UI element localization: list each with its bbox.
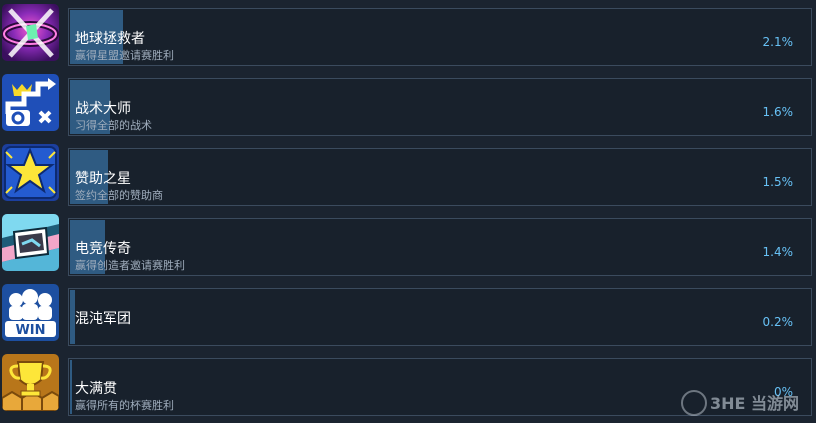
achievement-description: 习得全部的战术 (75, 119, 152, 132)
achievement-title: 混沌军团 (75, 311, 131, 327)
achievement-card: 战术大师 习得全部的战术 1.6% (68, 78, 812, 136)
unlock-percentage: 1.4% (762, 245, 794, 259)
achievement-title: 大满贯 (75, 381, 117, 397)
achievement-card: 地球拯救者 赢得星盟邀请赛胜利 2.1% (68, 8, 812, 66)
tactics-path-icon (2, 74, 59, 131)
watermark-logo-icon: 3HE 当游网 (681, 390, 799, 416)
achievement-card: 赞助之星 签约全部的赞助商 1.5% (68, 148, 812, 206)
achievement-row[interactable]: 赞助之星 签约全部的赞助商 1.5% (0, 144, 816, 206)
achievement-row[interactable]: 电竞传奇 赢得创造者邀请赛胜利 1.4% (0, 214, 816, 276)
achievement-description: 赢得星盟邀请赛胜利 (75, 49, 174, 62)
unlock-progress-bar (70, 360, 72, 414)
unlock-percentage: 0.2% (762, 315, 794, 329)
achievement-description: 赢得所有的杯赛胜利 (75, 399, 174, 412)
watermark-text: 3HE 当游网 (710, 394, 799, 413)
achievement-row[interactable]: WIN 混沌军团 0.2% (0, 284, 816, 346)
achievement-title: 战术大师 (75, 101, 131, 117)
achievement-row[interactable]: 地球拯救者 赢得星盟邀请赛胜利 2.1% (0, 4, 816, 66)
sponsor-star-icon (2, 144, 59, 201)
achievement-description: 赢得创造者邀请赛胜利 (75, 259, 185, 272)
achievement-title: 赞助之星 (75, 171, 131, 187)
team-win-icon: WIN (2, 284, 59, 341)
unlock-percentage: 1.5% (762, 175, 794, 189)
achievement-title: 地球拯救者 (75, 31, 145, 47)
trophy-icon (2, 354, 59, 411)
svg-text:WIN: WIN (15, 323, 45, 338)
site-watermark: 3HE 当游网 (680, 385, 810, 421)
esports-legend-icon (2, 214, 59, 271)
achievement-card: 电竞传奇 赢得创造者邀请赛胜利 1.4% (68, 218, 812, 276)
unlock-percentage: 1.6% (762, 105, 794, 119)
galaxy-rescue-icon (2, 4, 59, 61)
achievement-row[interactable]: 战术大师 习得全部的战术 1.6% (0, 74, 816, 136)
achievement-card: 混沌军团 0.2% (68, 288, 812, 346)
achievement-title: 电竞传奇 (75, 241, 131, 257)
unlock-percentage: 2.1% (762, 35, 794, 49)
achievement-description: 签约全部的赞助商 (75, 189, 163, 202)
